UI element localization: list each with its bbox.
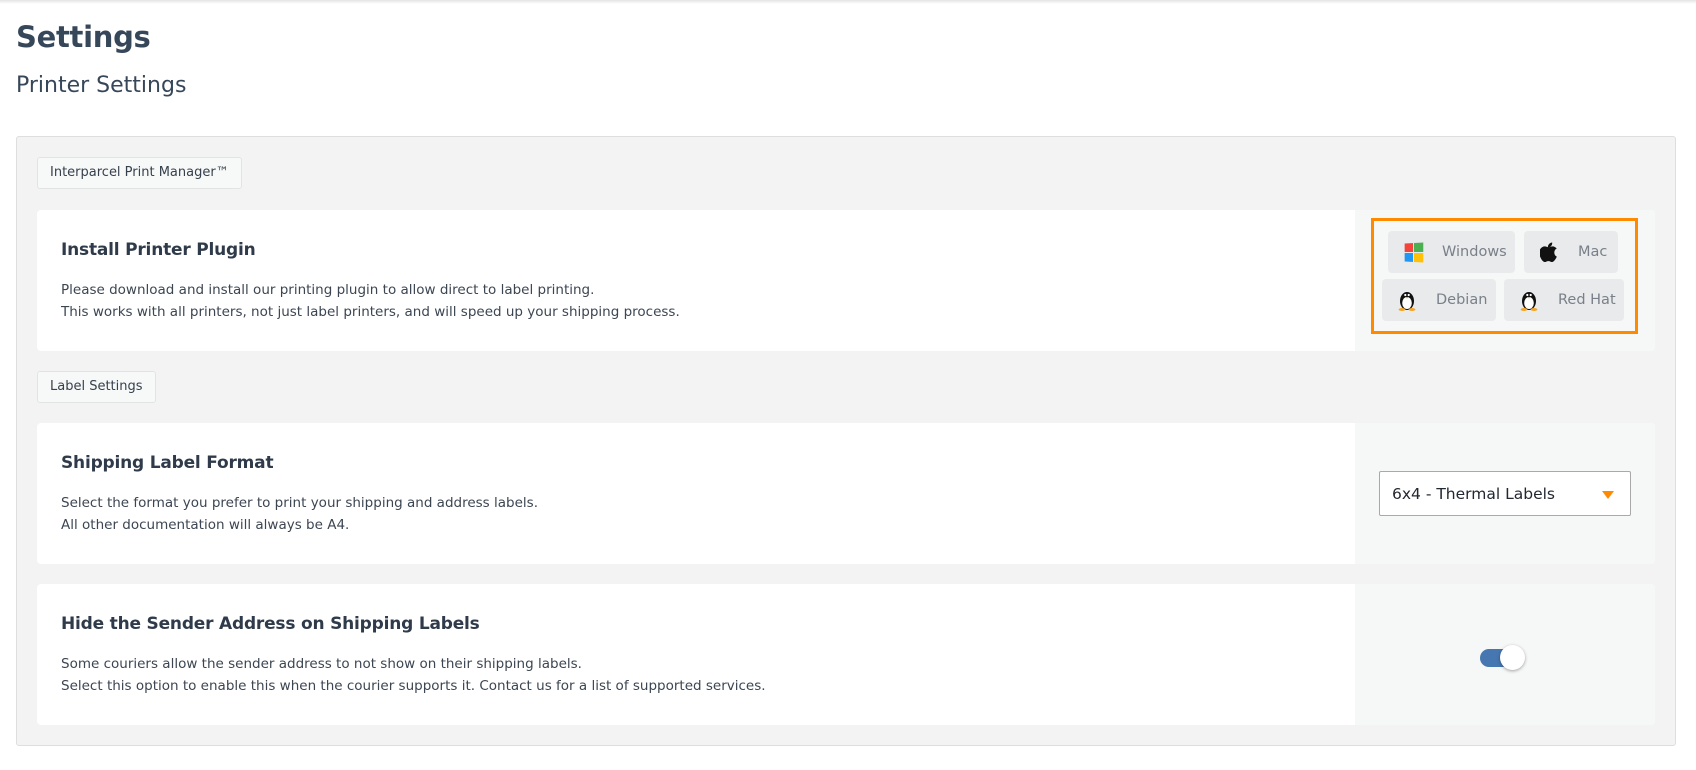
os-label: Debian (1436, 292, 1488, 308)
card-description: Please download and install our printing… (61, 279, 680, 323)
toggle-knob (1500, 645, 1525, 670)
card-heading: Shipping Label Format (61, 453, 274, 473)
apple-icon (1538, 241, 1560, 263)
card-heading: Hide the Sender Address on Shipping Labe… (61, 614, 480, 634)
section-badge-print-manager: Interparcel Print Manager™ (37, 157, 242, 189)
card-description: Select the format you prefer to print yo… (61, 492, 538, 536)
card-action-area (1355, 584, 1655, 725)
install-printer-plugin-card: Install Printer Plugin Please download a… (37, 210, 1655, 351)
label-format-select[interactable]: 6x4 - Thermal Labels (1379, 471, 1631, 516)
os-label: Windows (1442, 244, 1507, 260)
os-label: Red Hat (1558, 292, 1616, 308)
card-action-area: 6x4 - Thermal Labels (1355, 423, 1655, 564)
download-mac-button[interactable]: Mac (1524, 231, 1618, 273)
os-label: Mac (1578, 244, 1608, 260)
description-line: Select the format you prefer to print yo… (61, 495, 538, 511)
selected-value: 6x4 - Thermal Labels (1392, 484, 1555, 503)
description-line: Select this option to enable this when t… (61, 678, 766, 694)
header-shadow (0, 0, 1696, 4)
description-line: Please download and install our printing… (61, 282, 595, 298)
shipping-label-format-card: Shipping Label Format Select the format … (37, 423, 1655, 564)
windows-icon (1402, 241, 1424, 263)
linux-penguin-icon (1518, 289, 1540, 311)
section-badge-label-settings: Label Settings (37, 371, 156, 403)
hide-sender-address-toggle[interactable] (1480, 645, 1525, 670)
description-line: Some couriers allow the sender address t… (61, 656, 582, 672)
card-action-area: Windows Mac Debian Red Hat (1355, 210, 1655, 351)
download-debian-button[interactable]: Debian (1382, 279, 1496, 321)
download-windows-button[interactable]: Windows (1388, 231, 1515, 273)
description-line: All other documentation will always be A… (61, 517, 350, 533)
hide-sender-address-card: Hide the Sender Address on Shipping Labe… (37, 584, 1655, 725)
linux-penguin-icon (1396, 289, 1418, 311)
os-download-group: Windows Mac Debian Red Hat (1371, 218, 1638, 334)
description-line: This works with all printers, not just l… (61, 304, 680, 320)
page-subtitle: Printer Settings (16, 73, 187, 98)
card-heading: Install Printer Plugin (61, 240, 256, 260)
download-redhat-button[interactable]: Red Hat (1504, 279, 1624, 321)
card-description: Some couriers allow the sender address t… (61, 653, 766, 697)
page-title: Settings (16, 20, 151, 54)
printer-settings-panel: Interparcel Print Manager™ Install Print… (16, 136, 1676, 746)
caret-down-icon (1602, 491, 1614, 499)
